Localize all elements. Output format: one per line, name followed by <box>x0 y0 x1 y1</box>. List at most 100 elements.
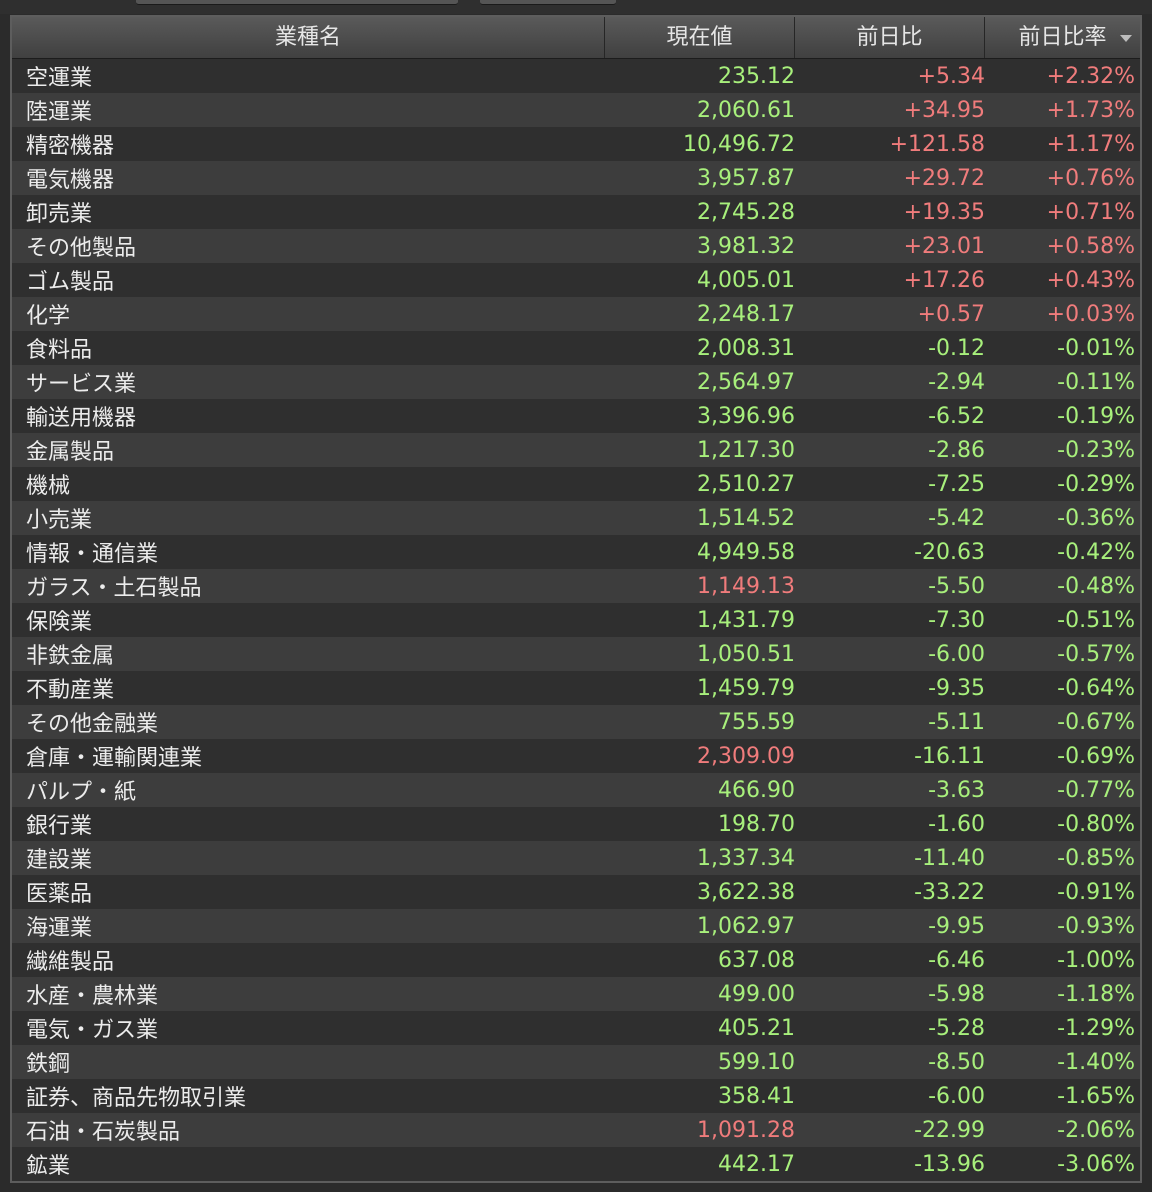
column-header-change-pct[interactable]: 前日比率 <box>985 17 1140 58</box>
sector-name: パルプ・紙 <box>26 780 137 805</box>
current-price: 1,337.34 <box>697 845 795 871</box>
current-price: 2,309.09 <box>697 743 795 769</box>
table-row[interactable]: 卸売業 2,745.28 +19.35 +0.71% <box>12 195 1140 229</box>
table-row[interactable]: ガラス・土石製品 1,149.13 -5.50 -0.48% <box>12 569 1140 603</box>
current-price: 1,459.79 <box>697 675 795 701</box>
price-change: -7.30 <box>928 607 985 633</box>
sort-descending-icon[interactable] <box>1120 35 1132 42</box>
column-header-change-pct-label: 前日比率 <box>1018 25 1107 50</box>
sector-name: 鉱業 <box>26 1154 71 1179</box>
table-row[interactable]: 鉄鋼 599.10 -8.50 -1.40% <box>12 1045 1140 1079</box>
price-change: -6.00 <box>928 1083 985 1109</box>
table-row[interactable]: 小売業 1,514.52 -5.42 -0.36% <box>12 501 1140 535</box>
price-change: -5.98 <box>928 981 985 1007</box>
table-row[interactable]: 鉱業 442.17 -13.96 -3.06% <box>12 1147 1140 1181</box>
table-row[interactable]: 輸送用機器 3,396.96 -6.52 -0.19% <box>12 399 1140 433</box>
current-price: 2,510.27 <box>697 471 795 497</box>
price-change-pct: -0.01% <box>1057 335 1135 361</box>
table-row[interactable]: ゴム製品 4,005.01 +17.26 +0.43% <box>12 263 1140 297</box>
table-row[interactable]: 非鉄金属 1,050.51 -6.00 -0.57% <box>12 637 1140 671</box>
price-change-pct: -1.18% <box>1057 981 1135 1007</box>
table-row[interactable]: 保険業 1,431.79 -7.30 -0.51% <box>12 603 1140 637</box>
toolbar-field[interactable] <box>136 0 458 5</box>
table-row[interactable]: 水産・農林業 499.00 -5.98 -1.18% <box>12 977 1140 1011</box>
column-header-change[interactable]: 前日比 <box>795 17 985 58</box>
price-change-pct: +2.32% <box>1046 63 1135 89</box>
table-row[interactable]: 石油・石炭製品 1,091.28 -22.99 -2.06% <box>12 1113 1140 1147</box>
sector-name: 食料品 <box>26 338 93 363</box>
price-change-pct: -0.91% <box>1057 879 1135 905</box>
table-row[interactable]: 倉庫・運輸関連業 2,309.09 -16.11 -0.69% <box>12 739 1140 773</box>
price-change-pct: -1.29% <box>1057 1015 1135 1041</box>
current-price: 235.12 <box>718 63 795 89</box>
sector-name: その他金融業 <box>26 712 159 737</box>
current-price: 442.17 <box>718 1151 795 1177</box>
price-change-pct: -0.19% <box>1057 403 1135 429</box>
price-change-pct: -0.23% <box>1057 437 1135 463</box>
table-row[interactable]: 陸運業 2,060.61 +34.95 +1.73% <box>12 93 1140 127</box>
table-body: 空運業 235.12 +5.34 +2.32% 陸運業 2,060.61 +34.95 +1.… <box>12 59 1140 1181</box>
table-row[interactable]: 食料品 2,008.31 -0.12 -0.01% <box>12 331 1140 365</box>
price-change-pct: +1.73% <box>1046 97 1135 123</box>
price-change: -3.63 <box>928 777 985 803</box>
current-price: 4,949.58 <box>697 539 795 565</box>
table-row[interactable]: 精密機器 10,496.72 +121.58 +1.17% <box>12 127 1140 161</box>
sector-name: 金属製品 <box>26 440 115 465</box>
column-header-name[interactable]: 業種名 <box>12 17 605 58</box>
price-change-pct: -0.42% <box>1057 539 1135 565</box>
price-change: -2.86 <box>928 437 985 463</box>
price-change: -33.22 <box>914 879 985 905</box>
table-row[interactable]: 情報・通信業 4,949.58 -20.63 -0.42% <box>12 535 1140 569</box>
price-change: -5.11 <box>928 709 985 735</box>
sector-name: ガラス・土石製品 <box>26 576 202 601</box>
toolbar-button[interactable] <box>480 0 616 5</box>
price-change: +0.57 <box>917 301 985 327</box>
current-price: 4,005.01 <box>697 267 795 293</box>
price-change: -1.60 <box>928 811 985 837</box>
table-row[interactable]: 電気・ガス業 405.21 -5.28 -1.29% <box>12 1011 1140 1045</box>
table-row[interactable]: その他金融業 755.59 -5.11 -0.67% <box>12 705 1140 739</box>
price-change-pct: -0.69% <box>1057 743 1135 769</box>
table-row[interactable]: 機械 2,510.27 -7.25 -0.29% <box>12 467 1140 501</box>
current-price: 637.08 <box>718 947 795 973</box>
price-change: +19.35 <box>903 199 985 225</box>
sector-name: 保険業 <box>26 610 93 635</box>
sector-name: 証券、商品先物取引業 <box>26 1086 247 1111</box>
sector-name: ゴム製品 <box>26 270 115 295</box>
current-price: 3,396.96 <box>697 403 795 429</box>
table-row[interactable]: 金属製品 1,217.30 -2.86 -0.23% <box>12 433 1140 467</box>
table-row[interactable]: 証券、商品先物取引業 358.41 -6.00 -1.65% <box>12 1079 1140 1113</box>
top-toolbar <box>0 0 1152 14</box>
table-header: 業種名 現在値 前日比 前日比率 <box>12 17 1140 59</box>
sector-name: 不動産業 <box>26 678 115 703</box>
price-change-pct: -2.06% <box>1057 1117 1135 1143</box>
sector-name: サービス業 <box>26 372 137 397</box>
table-row[interactable]: 海運業 1,062.97 -9.95 -0.93% <box>12 909 1140 943</box>
column-header-price[interactable]: 現在値 <box>605 17 795 58</box>
price-change-pct: -0.51% <box>1057 607 1135 633</box>
price-change: +5.34 <box>917 63 985 89</box>
table-row[interactable]: 電気機器 3,957.87 +29.72 +0.76% <box>12 161 1140 195</box>
table-row[interactable]: 建設業 1,337.34 -11.40 -0.85% <box>12 841 1140 875</box>
price-change: -16.11 <box>914 743 985 769</box>
table-row[interactable]: 不動産業 1,459.79 -9.35 -0.64% <box>12 671 1140 705</box>
table-row[interactable]: 化学 2,248.17 +0.57 +0.03% <box>12 297 1140 331</box>
price-change-pct: -1.40% <box>1057 1049 1135 1075</box>
price-change-pct: -0.64% <box>1057 675 1135 701</box>
table-row[interactable]: パルプ・紙 466.90 -3.63 -0.77% <box>12 773 1140 807</box>
price-change: +34.95 <box>903 97 985 123</box>
table-row[interactable]: その他製品 3,981.32 +23.01 +0.58% <box>12 229 1140 263</box>
table-row[interactable]: 銀行業 198.70 -1.60 -0.80% <box>12 807 1140 841</box>
table-row[interactable]: サービス業 2,564.97 -2.94 -0.11% <box>12 365 1140 399</box>
price-change-pct: -0.67% <box>1057 709 1135 735</box>
table-row[interactable]: 繊維製品 637.08 -6.46 -1.00% <box>12 943 1140 977</box>
price-change: -13.96 <box>914 1151 985 1177</box>
table-row[interactable]: 医薬品 3,622.38 -33.22 -0.91% <box>12 875 1140 909</box>
price-change: -2.94 <box>928 369 985 395</box>
sector-name: 精密機器 <box>26 134 115 159</box>
current-price: 3,957.87 <box>697 165 795 191</box>
table-row[interactable]: 空運業 235.12 +5.34 +2.32% <box>12 59 1140 93</box>
price-change: -0.12 <box>928 335 985 361</box>
price-change-pct: -0.48% <box>1057 573 1135 599</box>
current-price: 1,050.51 <box>697 641 795 667</box>
